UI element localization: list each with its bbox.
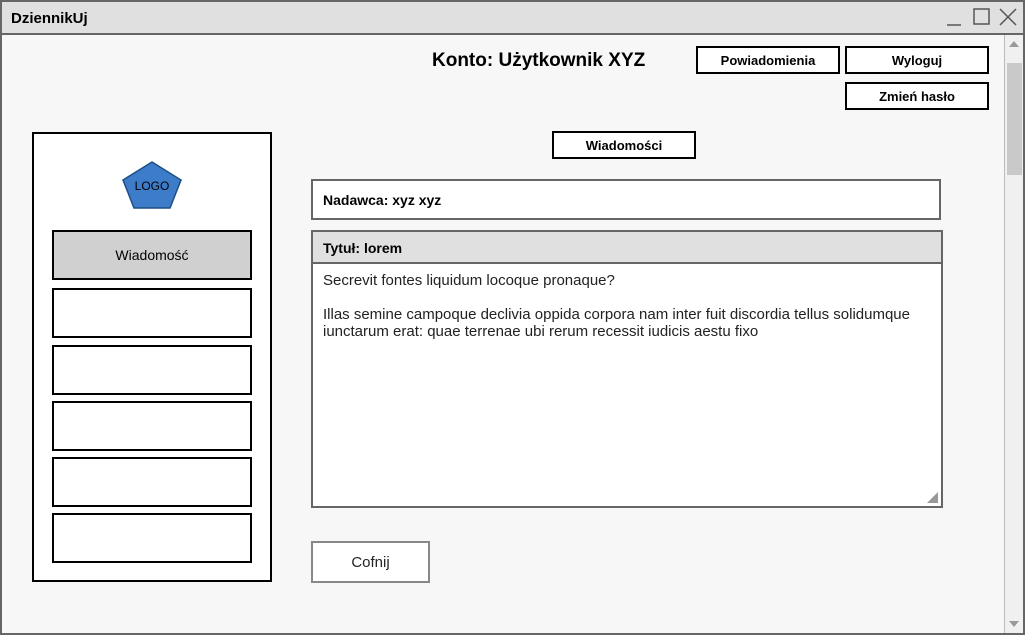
change-password-button[interactable]: Zmień hasło xyxy=(845,82,989,110)
logo: LOGO xyxy=(120,160,184,210)
sidebar-item-4[interactable] xyxy=(52,401,252,451)
app-window: DziennikUj Konto: Użytkownik XYZ Powiado… xyxy=(0,0,1025,635)
notifications-button[interactable]: Powiadomienia xyxy=(696,46,840,74)
sidebar-item-2[interactable] xyxy=(52,288,252,338)
minimize-icon[interactable] xyxy=(944,6,964,28)
message-paragraph: Illas semine campoque declivia oppida co… xyxy=(323,306,910,340)
account-title: Konto: Użytkownik XYZ xyxy=(432,50,646,71)
logo-text: LOGO xyxy=(134,179,170,193)
close-icon[interactable] xyxy=(997,6,1019,28)
resize-grip-icon[interactable] xyxy=(927,492,938,503)
sidebar: LOGO Wiadomość xyxy=(32,132,272,582)
sidebar-item-5[interactable] xyxy=(52,457,252,507)
scroll-thumb[interactable] xyxy=(1007,63,1022,175)
title-bar: DziennikUj xyxy=(2,2,1023,35)
maximize-icon[interactable] xyxy=(971,6,993,28)
scroll-down-arrow-icon[interactable] xyxy=(1009,621,1019,627)
back-button[interactable]: Cofnij xyxy=(311,541,430,583)
message-paragraph: Secrevit fontes liquidum locoque pronaqu… xyxy=(323,272,615,289)
app-title: DziennikUj xyxy=(11,10,88,27)
sidebar-item-6[interactable] xyxy=(52,513,252,563)
scroll-up-arrow-icon[interactable] xyxy=(1009,41,1019,47)
message-subject: Tytuł: lorem xyxy=(313,232,941,264)
logout-button[interactable]: Wyloguj xyxy=(845,46,989,74)
message-body: Secrevit fontes liquidum locoque pronaqu… xyxy=(323,272,928,357)
message-panel[interactable]: Tytuł: lorem Secrevit fontes liquidum lo… xyxy=(311,230,943,508)
sender-field: Nadawca: xyz xyz xyxy=(311,179,941,220)
sidebar-item-message[interactable]: Wiadomość xyxy=(52,230,252,280)
sidebar-item-3[interactable] xyxy=(52,345,252,395)
messages-section-label: Wiadomości xyxy=(552,131,696,159)
vertical-scrollbar[interactable] xyxy=(1004,35,1023,633)
